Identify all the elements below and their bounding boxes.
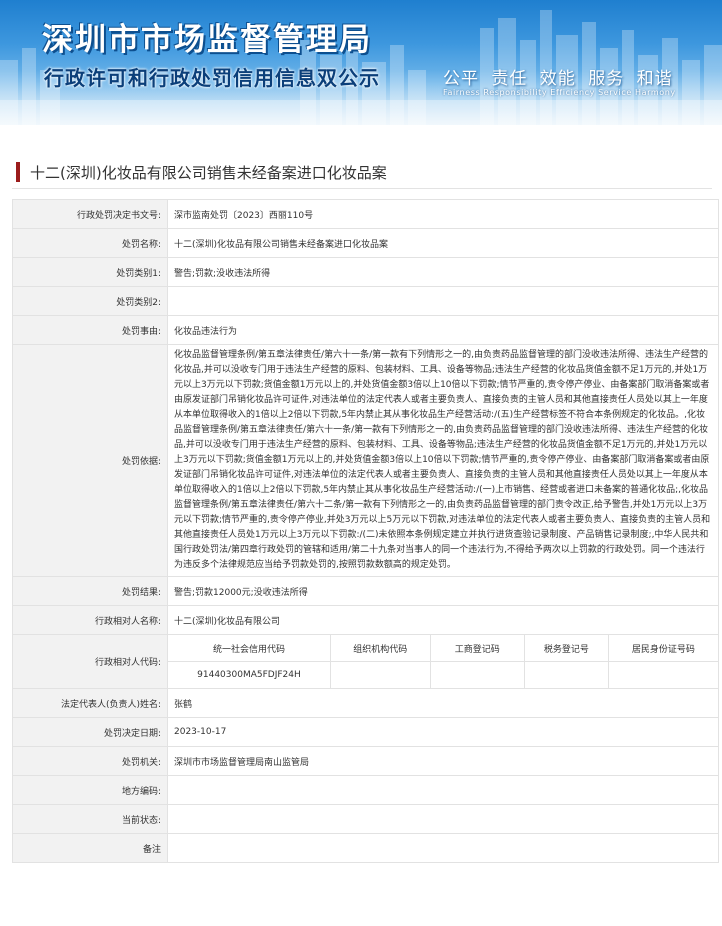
field-label: 处罚类别2:: [12, 286, 168, 316]
field-value: [167, 286, 719, 316]
field-label: 行政相对人代码:: [12, 634, 168, 689]
field-label: 处罚依据:: [12, 344, 168, 577]
field-label: 处罚名称:: [12, 228, 168, 258]
table-row: 处罚决定日期: 2023-10-17: [12, 717, 719, 747]
table-row: 行政处罚决定书文号: 深市监南处罚〔2023〕西丽110号: [12, 199, 719, 229]
code-cell: 统一社会信用代码 组织机构代码 工商登记码 税务登记号 居民身份证号码 9144…: [167, 634, 719, 689]
field-label: 法定代表人(负责人)姓名:: [12, 688, 168, 718]
field-value: 深市监南处罚〔2023〕西丽110号: [167, 199, 719, 229]
table-row: 处罚机关: 深圳市市场监督管理局南山监管局: [12, 746, 719, 776]
table-row: 行政相对人名称: 十二(深圳)化妆品有限公司: [12, 605, 719, 635]
code-header: 统一社会信用代码: [168, 635, 331, 662]
code-header-row: 统一社会信用代码 组织机构代码 工商登记码 税务登记号 居民身份证号码: [168, 635, 718, 662]
field-value: 深圳市市场监督管理局南山监管局: [167, 746, 719, 776]
table-row: 处罚依据: 化妆品监督管理条例/第五章法律责任/第六十一条/第一款有下列情形之一…: [12, 344, 719, 577]
table-row: 处罚名称: 十二(深圳)化妆品有限公司销售未经备案进口化妆品案: [12, 228, 719, 258]
slogan-english: Fairness Responsibility Efficiency Servi…: [443, 88, 676, 97]
field-label: 行政处罚决定书文号:: [12, 199, 168, 229]
code-value: [429, 661, 525, 688]
field-value: 化妆品违法行为: [167, 315, 719, 345]
field-label: 处罚决定日期:: [12, 717, 168, 747]
code-value: [523, 661, 609, 688]
slogan: 公平 责任 效能 服务 和谐: [443, 69, 673, 89]
field-value: 警告;罚款12000元;没收违法所得: [167, 576, 719, 606]
code-value: [607, 661, 718, 688]
table-row: 处罚事由: 化妆品违法行为: [12, 315, 719, 345]
site-subtitle: 行政许可和行政处罚信用信息双公示: [44, 66, 380, 90]
table-row: 当前状态:: [12, 804, 719, 834]
field-value: 2023-10-17: [167, 717, 719, 747]
code-header: 居民身份证号码: [607, 635, 718, 662]
case-info-table: 行政处罚决定书文号: 深市监南处罚〔2023〕西丽110号 处罚名称: 十二(深…: [12, 199, 719, 863]
field-value: [167, 804, 719, 834]
site-title: 深圳市市场监督管理局: [42, 22, 372, 58]
field-label: 处罚事由:: [12, 315, 168, 345]
heading-accent-bar: [16, 162, 20, 182]
field-label: 处罚类别1:: [12, 257, 168, 287]
table-row: 法定代表人(负责人)姓名: 张鹤: [12, 688, 719, 718]
field-label: 当前状态:: [12, 804, 168, 834]
code-header: 税务登记号: [523, 635, 609, 662]
field-label: 处罚结果:: [12, 576, 168, 606]
code-value: [329, 661, 431, 688]
table-row: 处罚结果: 警告;罚款12000元;没收违法所得: [12, 576, 719, 606]
table-row: 地方编码:: [12, 775, 719, 805]
field-value: [167, 833, 719, 863]
field-value: 张鹤: [167, 688, 719, 718]
table-row: 行政相对人代码: 统一社会信用代码 组织机构代码 工商登记码 税务登记号 居民身…: [12, 634, 719, 689]
table-row: 处罚类别1: 警告;罚款;没收违法所得: [12, 257, 719, 287]
case-title: 十二(深圳)化妆品有限公司销售未经备案进口化妆品案: [30, 164, 387, 182]
field-label: 地方编码:: [12, 775, 168, 805]
field-value: 十二(深圳)化妆品有限公司: [167, 605, 719, 635]
page-banner: 深圳市市场监督管理局 行政许可和行政处罚信用信息双公示 公平 责任 效能 服务 …: [0, 0, 722, 125]
table-row: 备注: [12, 833, 719, 863]
case-heading: 十二(深圳)化妆品有限公司销售未经备案进口化妆品案: [12, 148, 712, 189]
code-value-row: 91440300MA5FDJF24H: [168, 661, 718, 688]
code-header: 工商登记码: [429, 635, 525, 662]
field-label: 行政相对人名称:: [12, 605, 168, 635]
field-value: [167, 775, 719, 805]
code-header: 组织机构代码: [329, 635, 431, 662]
field-label: 备注: [12, 833, 168, 863]
code-subtable: 统一社会信用代码 组织机构代码 工商登记码 税务登记号 居民身份证号码 9144…: [168, 635, 718, 688]
field-value: 十二(深圳)化妆品有限公司销售未经备案进口化妆品案: [167, 228, 719, 258]
table-row: 处罚类别2:: [12, 286, 719, 316]
field-value: 化妆品监督管理条例/第五章法律责任/第六十一条/第一款有下列情形之一的,由负责药…: [167, 344, 719, 577]
field-label: 处罚机关:: [12, 746, 168, 776]
field-value: 警告;罚款;没收违法所得: [167, 257, 719, 287]
code-value: 91440300MA5FDJF24H: [168, 661, 331, 688]
